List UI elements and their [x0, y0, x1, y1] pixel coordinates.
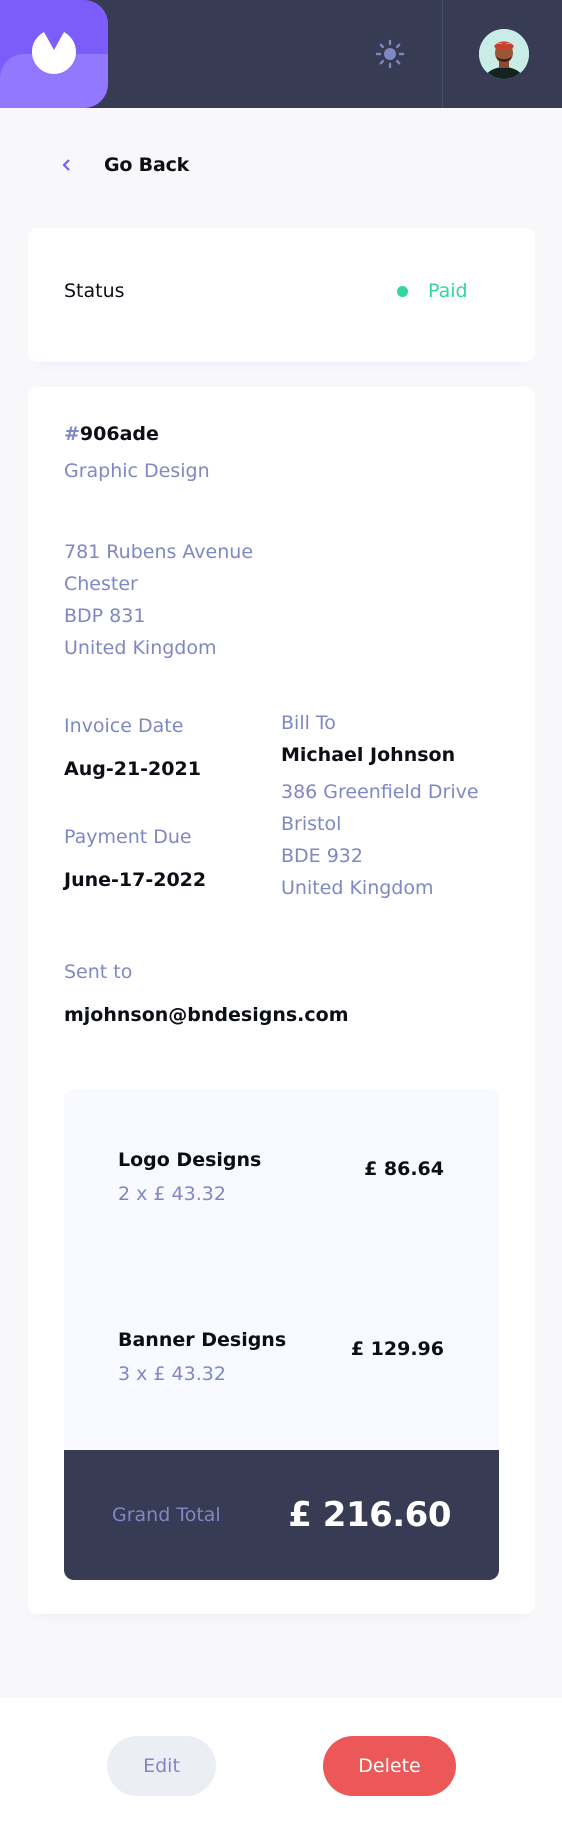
invoice-id-hash: #	[64, 423, 80, 445]
bill-to-label: Bill To	[281, 712, 336, 734]
grand-total-bar: Grand Total £ 216.60	[64, 1450, 499, 1580]
payment-due: June-17-2022	[64, 869, 207, 891]
grand-total-value: £ 216.60	[288, 1495, 451, 1535]
grand-total-label: Grand Total	[112, 1504, 221, 1526]
item-qty: 3 x £ 43.32	[118, 1363, 226, 1385]
sender-postcode: BDP 831	[64, 605, 146, 627]
invoice-items: Logo Designs 2 x £ 43.32 £ 86.64 Banner …	[64, 1089, 499, 1580]
invoice-date-label: Invoice Date	[64, 715, 184, 737]
invoice-date: Aug-21-2021	[64, 758, 201, 780]
item-total: £ 129.96	[350, 1338, 444, 1360]
status-value: Paid	[428, 280, 468, 302]
go-back-link[interactable]: Go Back	[62, 150, 189, 180]
sender-country: United Kingdom	[64, 637, 217, 659]
action-bar: Edit Delete	[0, 1698, 562, 1836]
status-dot-icon	[397, 285, 408, 297]
status-badge: Paid	[397, 280, 468, 302]
invoice-id-value: 906ade	[79, 423, 159, 445]
item-total: £ 86.64	[364, 1158, 444, 1180]
client-email: mjohnson@bndesigns.com	[64, 1004, 349, 1026]
status-card: Status Paid	[28, 228, 535, 362]
invoice-id: #906ade	[64, 423, 159, 445]
avatar[interactable]	[479, 29, 529, 79]
sender-city: Chester	[64, 573, 138, 595]
app-header	[0, 0, 562, 108]
item-qty: 2 x £ 43.32	[118, 1183, 226, 1205]
delete-button[interactable]: Delete	[323, 1736, 456, 1796]
logo-glyph	[32, 32, 76, 74]
sender-address: 781 Rubens Avenue Chester BDP 831 United…	[64, 536, 253, 664]
client-address: 386 Greenfield Drive Bristol BDE 932 Uni…	[281, 776, 479, 904]
payment-due-label: Payment Due	[64, 826, 192, 848]
go-back-label: Go Back	[104, 154, 190, 176]
sender-street: 781 Rubens Avenue	[64, 541, 254, 563]
sun-icon[interactable]	[372, 36, 408, 72]
client-country: United Kingdom	[281, 877, 434, 899]
client-street: 386 Greenfield Drive	[281, 781, 479, 803]
invoice-details-card: #906ade Graphic Design 781 Rubens Avenue…	[28, 387, 535, 1614]
header-divider	[442, 0, 443, 108]
sent-to-label: Sent to	[64, 961, 133, 983]
logo-mark-icon[interactable]	[0, 0, 108, 108]
client-postcode: BDE 932	[281, 845, 363, 867]
list-item: Banner Designs 3 x £ 43.32 £ 129.96	[118, 1329, 444, 1385]
chevron-left-icon	[62, 159, 74, 171]
edit-button[interactable]: Edit	[107, 1736, 216, 1796]
status-label: Status	[64, 280, 125, 302]
client-name: Michael Johnson	[281, 744, 456, 766]
invoice-description: Graphic Design	[64, 460, 210, 482]
list-item: Logo Designs 2 x £ 43.32 £ 86.64	[118, 1149, 444, 1205]
client-city: Bristol	[281, 813, 342, 835]
